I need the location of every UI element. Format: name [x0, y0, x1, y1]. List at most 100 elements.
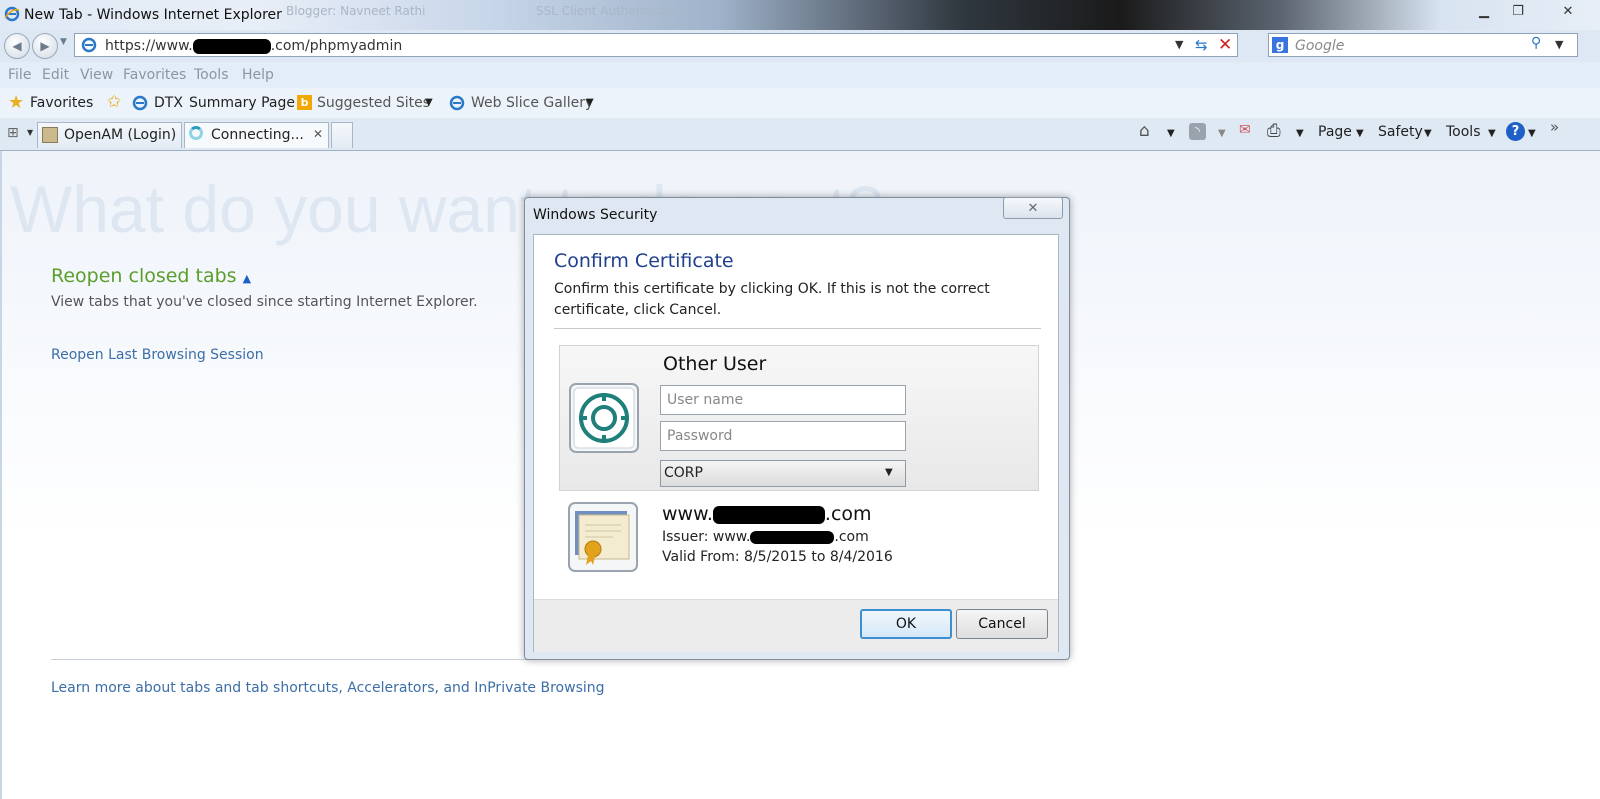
favorite-dtx[interactable]: DTX — [154, 95, 183, 111]
url-suffix: .com/phpmyadmin — [270, 38, 403, 54]
reopen-closed-tabs-heading[interactable]: Reopen closed tabs ▲ — [51, 265, 251, 287]
search-dropdown-icon[interactable]: ▼ — [1555, 38, 1563, 51]
certificate-tile[interactable]: www. .com Issuer: www. .com Valid From: 8/… — [559, 501, 1039, 581]
menu-file[interactable]: File — [8, 67, 31, 83]
credential-tile[interactable]: Other User CORP ▼ — [559, 345, 1039, 491]
cancel-button[interactable]: Cancel — [956, 609, 1048, 639]
restore-icon: ❐ — [1512, 3, 1524, 19]
favorite-web-slice-gallery[interactable]: Web Slice Gallery — [471, 95, 593, 111]
history-dropdown-icon[interactable]: ▼ — [60, 37, 67, 47]
domain-select[interactable]: CORP ▼ — [660, 460, 906, 487]
suggested-sites-icon: b — [297, 95, 312, 110]
add-favorites-icon[interactable]: ✩ — [107, 92, 121, 112]
dialog-heading: Confirm Certificate — [554, 250, 734, 272]
feeds-icon[interactable]: ◝ — [1189, 123, 1206, 140]
favorite-summary-page[interactable]: Summary Page — [189, 95, 295, 111]
redaction-mark — [750, 530, 835, 544]
ok-button[interactable]: OK — [860, 609, 952, 639]
search-icon[interactable]: ⚲ — [1531, 35, 1541, 51]
favorites-bar: ★ Favorites ✩ DTX Summary Page b Suggest… — [0, 88, 1600, 118]
safety-menu[interactable]: Safety — [1378, 124, 1423, 140]
learn-more-link[interactable]: Learn more about tabs and tab shortcuts,… — [51, 680, 605, 696]
read-mail-icon[interactable]: ✉ — [1239, 122, 1251, 138]
restore-button[interactable]: ❐ — [1502, 0, 1534, 22]
cert-name-suffix: .com — [824, 503, 872, 525]
redaction-mark — [192, 38, 271, 54]
tab-list-dropdown-icon[interactable]: ▼ — [27, 128, 33, 137]
password-input[interactable] — [661, 422, 905, 450]
password-field[interactable] — [660, 421, 906, 451]
url-prefix: https://www. — [105, 38, 193, 54]
suggested-sites-dropdown-icon[interactable]: ▼ — [425, 97, 433, 108]
home-icon[interactable]: ⌂ — [1139, 121, 1150, 141]
favorites-star-icon: ★ — [8, 92, 25, 113]
dtx-ie-icon — [132, 95, 148, 111]
background-tab-ssl[interactable]: SSL Client Authenticati — [536, 4, 673, 26]
collapse-chevron-icon[interactable]: ▲ — [243, 272, 251, 285]
stop-icon[interactable]: ✕ — [1218, 35, 1232, 55]
quick-tabs-icon[interactable]: ⊞ — [7, 125, 19, 141]
search-placeholder: Google — [1295, 38, 1345, 54]
menu-edit[interactable]: Edit — [42, 67, 69, 83]
menu-help[interactable]: Help — [242, 67, 274, 83]
reopen-description: View tabs that you've closed since start… — [51, 294, 478, 310]
help-icon[interactable]: ? — [1506, 122, 1525, 141]
tab-row: ⊞ ▼ OpenAM (Login) Connecting... ✕ ⌂ ▼ ◝… — [0, 118, 1600, 151]
safety-dropdown-icon[interactable]: ▼ — [1424, 128, 1432, 139]
menu-tools[interactable]: Tools — [194, 67, 229, 83]
menu-favorites[interactable]: Favorites — [123, 67, 186, 83]
favorites-button[interactable]: Favorites — [30, 95, 93, 111]
more-commands-icon[interactable]: » — [1550, 118, 1559, 136]
username-field[interactable] — [660, 385, 906, 415]
compatibility-view-icon[interactable]: ⇆ — [1195, 36, 1208, 54]
tools-dropdown-icon[interactable]: ▼ — [1488, 128, 1496, 139]
menu-view[interactable]: View — [80, 67, 113, 83]
dialog-body: Confirm Certificate Confirm this certifi… — [533, 234, 1059, 652]
page-dropdown-icon[interactable]: ▼ — [1356, 128, 1364, 139]
username-input[interactable] — [661, 386, 905, 414]
favorite-suggested-sites[interactable]: Suggested Sites — [317, 95, 430, 111]
web-slice-dropdown-icon[interactable]: ▼ — [586, 97, 594, 108]
print-dropdown-icon[interactable]: ▼ — [1296, 128, 1304, 139]
print-icon[interactable]: ⎙ — [1267, 121, 1281, 141]
url-text[interactable]: https://www. .com/phpmyadmin — [105, 38, 402, 54]
back-arrow-icon: ◀ — [12, 39, 22, 53]
back-button[interactable]: ◀ — [4, 33, 30, 59]
windows-security-dialog: Windows Security ✕ Confirm Certificate C… — [524, 197, 1070, 660]
address-bar[interactable]: https://www. .com/phpmyadmin ▼ ⇆ ✕ — [74, 33, 1238, 57]
certificate-icon — [568, 502, 638, 572]
home-dropdown-icon[interactable]: ▼ — [1167, 128, 1175, 139]
dialog-divider — [554, 328, 1041, 329]
search-box[interactable]: g Google ⚲ ▼ — [1268, 33, 1578, 57]
background-tab-blogger[interactable]: Blogger: Navneet Rathi — [286, 4, 426, 26]
address-dropdown-icon[interactable]: ▼ — [1175, 38, 1183, 51]
smart-card-icon — [569, 383, 639, 453]
forward-button[interactable]: ▶ — [32, 33, 58, 59]
minimize-button[interactable]: ▁ — [1468, 0, 1500, 22]
help-dropdown-icon[interactable]: ▼ — [1528, 128, 1536, 139]
reopen-title-text: Reopen closed tabs — [51, 265, 237, 287]
new-tab-button[interactable] — [331, 122, 353, 148]
web-slice-ie-icon — [449, 95, 465, 111]
page-menu[interactable]: Page — [1318, 124, 1352, 140]
tools-menu[interactable]: Tools — [1446, 124, 1481, 140]
feeds-dropdown-icon[interactable]: ▼ — [1218, 128, 1226, 139]
dialog-title: Windows Security — [533, 207, 658, 223]
tab-openam-login[interactable]: OpenAM (Login) — [37, 122, 182, 148]
close-window-button[interactable]: ✕ — [1552, 0, 1584, 22]
certificate-name: www. .com — [662, 503, 872, 525]
reopen-last-session-link[interactable]: Reopen Last Browsing Session — [51, 347, 264, 363]
domain-value: CORP — [664, 465, 703, 481]
minimize-icon: ▁ — [1479, 3, 1489, 19]
tab-connecting[interactable]: Connecting... ✕ — [184, 122, 329, 148]
tab-label: OpenAM (Login) — [64, 127, 177, 143]
cert-name-prefix: www. — [662, 503, 713, 525]
internet-explorer-icon — [4, 6, 20, 22]
dialog-close-button[interactable]: ✕ — [1003, 197, 1063, 219]
cert-issuer-prefix: Issuer: www. — [662, 529, 751, 545]
page-ie-icon — [81, 37, 97, 53]
dialog-footer: OK Cancel — [534, 599, 1058, 652]
close-tab-icon[interactable]: ✕ — [313, 127, 323, 141]
tab-label: Connecting... — [211, 127, 304, 143]
openam-tab-icon — [42, 127, 58, 143]
